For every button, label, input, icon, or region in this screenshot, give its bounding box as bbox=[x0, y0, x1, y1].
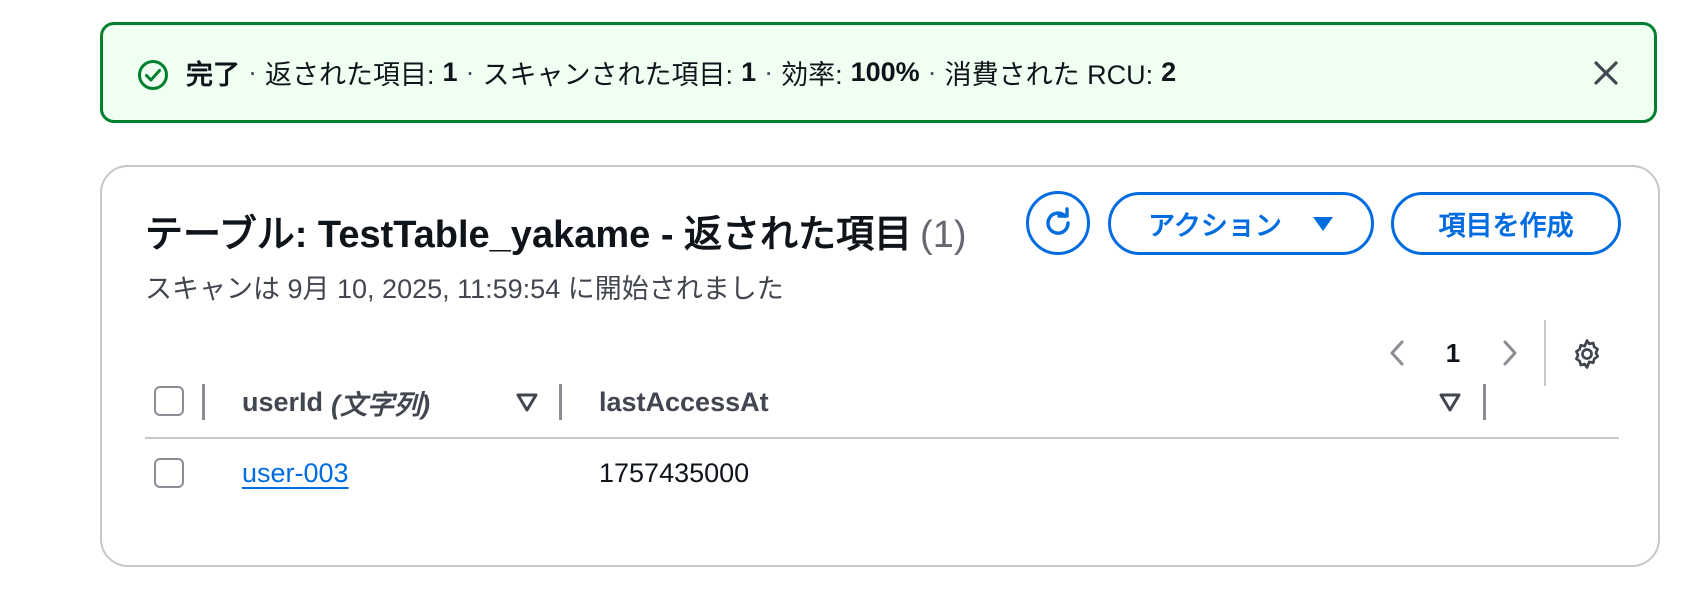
userid-link[interactable]: user-003 bbox=[242, 458, 349, 489]
dismiss-banner-button[interactable] bbox=[1588, 55, 1624, 91]
column-header-lastaccessat[interactable]: lastAccessAt bbox=[599, 382, 769, 422]
refresh-button[interactable] bbox=[1026, 191, 1090, 255]
items-table-container: テーブル: TestTable_yakame - 返された項目 (1) スキャンは… bbox=[100, 165, 1660, 567]
returned-items-value: 1 bbox=[442, 57, 458, 87]
table-title: テーブル: TestTable_yakame - 返された項目 (1) bbox=[145, 203, 967, 258]
item-count: (1) bbox=[920, 214, 967, 256]
table-preferences-button[interactable] bbox=[1567, 334, 1607, 374]
sort-icon[interactable] bbox=[515, 390, 539, 414]
rcu-value: 2 bbox=[1161, 57, 1177, 87]
banner-separator: · bbox=[465, 57, 475, 87]
sort-icon[interactable] bbox=[1438, 390, 1462, 414]
column-separator bbox=[1483, 384, 1486, 420]
pagination-divider bbox=[1544, 320, 1546, 386]
actions-dropdown-button[interactable]: アクション bbox=[1108, 192, 1374, 255]
chevron-left-icon bbox=[1390, 340, 1404, 366]
actions-label: アクション bbox=[1148, 211, 1282, 241]
rcu-label: 消費された RCU: bbox=[944, 60, 1154, 90]
banner-status: 完了 bbox=[186, 60, 240, 90]
banner-separator: · bbox=[927, 57, 937, 87]
select-all-checkbox[interactable] bbox=[154, 386, 184, 416]
column-header-userid[interactable]: userId (文字列) bbox=[242, 382, 430, 422]
success-banner: 完了 · 返された項目: 1 · スキャンされた項目: 1 · 効率: 100%… bbox=[100, 22, 1657, 123]
check-circle-icon bbox=[138, 60, 168, 90]
previous-page-button[interactable] bbox=[1382, 335, 1412, 371]
create-item-button[interactable]: 項目を作成 bbox=[1391, 192, 1621, 255]
page-number-current[interactable]: 1 bbox=[1438, 335, 1468, 371]
close-icon bbox=[1594, 61, 1618, 85]
table-title-text: テーブル: TestTable_yakame - 返された項目 bbox=[145, 214, 913, 256]
banner-message: 完了 · 返された項目: 1 · スキャンされた項目: 1 · 効率: 100%… bbox=[186, 25, 1176, 120]
column-type: (文字列) bbox=[331, 389, 431, 420]
scan-start-description: スキャンは 9月 10, 2025, 11:59:54 に開始されました bbox=[145, 274, 784, 304]
efficiency-label: 効率: bbox=[781, 60, 843, 90]
caret-down-icon bbox=[1312, 216, 1333, 231]
column-separator bbox=[202, 384, 205, 420]
column-name: userId bbox=[242, 386, 324, 417]
returned-items-label: 返された項目: bbox=[265, 60, 435, 90]
next-page-button[interactable] bbox=[1495, 335, 1525, 371]
refresh-icon bbox=[1046, 207, 1070, 235]
lastaccessat-cell: 1757435000 bbox=[599, 457, 750, 488]
create-item-label: 項目を作成 bbox=[1438, 211, 1574, 241]
efficiency-value: 100% bbox=[850, 57, 920, 87]
table-row: user-003 bbox=[242, 453, 349, 493]
scanned-items-value: 1 bbox=[741, 57, 757, 87]
chevron-right-icon bbox=[1503, 340, 1517, 366]
header-divider bbox=[145, 437, 1619, 439]
banner-separator: · bbox=[248, 57, 257, 87]
column-name: lastAccessAt bbox=[599, 386, 769, 417]
gear-icon bbox=[1575, 339, 1599, 369]
column-separator bbox=[559, 384, 562, 420]
row-select-checkbox[interactable] bbox=[154, 458, 184, 488]
scanned-items-label: スキャンされた項目: bbox=[482, 60, 734, 90]
banner-separator: · bbox=[764, 57, 774, 87]
